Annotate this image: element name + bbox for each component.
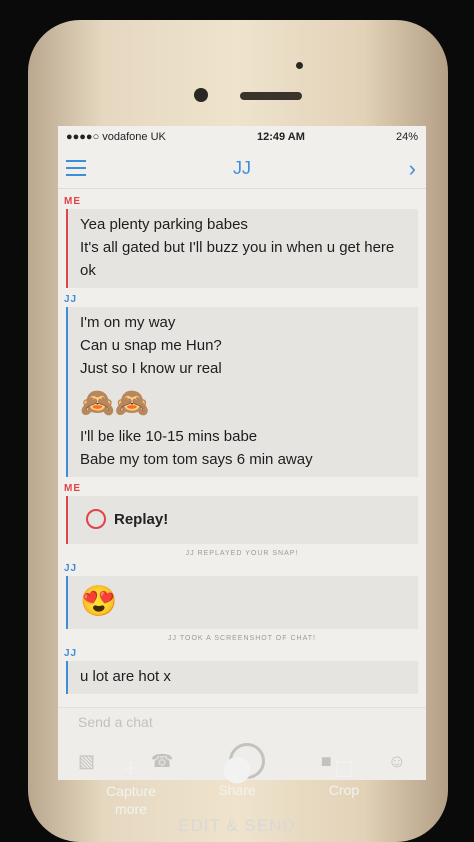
- message-line: Yea plenty parking babes: [80, 216, 248, 233]
- chat-header: JJ ›: [58, 148, 426, 189]
- chat-input[interactable]: Send a chat: [78, 714, 153, 730]
- share-icon: ⬤: [222, 753, 252, 783]
- message-line: Babe my tom tom says 6 min away: [80, 451, 313, 468]
- battery-label: 24%: [395, 131, 418, 143]
- sender-label: ME: [64, 483, 81, 494]
- clock: 12:49 AM: [256, 131, 305, 143]
- front-camera: [194, 88, 208, 102]
- message-line: It's all gated but I'll buzz you in when…: [80, 239, 395, 279]
- earpiece: [240, 92, 302, 100]
- phone-screen: ●●●●○ vodafone UK 12:49 AM 24% JJ › ME Y…: [58, 126, 426, 780]
- sender-label: JJ: [64, 563, 78, 574]
- snap-replay-block[interactable]: Replay!: [66, 496, 418, 544]
- sender-label: JJ: [64, 648, 78, 659]
- carrier-label: ●●●●○ vodafone UK: [66, 131, 166, 143]
- status-bar: ●●●●○ vodafone UK 12:49 AM 24%: [58, 126, 426, 148]
- plus-icon: +: [123, 753, 139, 783]
- crop-icon: □: [336, 753, 352, 783]
- message-line: Just so I know ur real: [80, 360, 222, 377]
- crop-label: Crop: [328, 782, 360, 798]
- share-label: Share: [218, 782, 256, 798]
- screenshot-action-bar: + Capture more ⬤ Share □ Crop EDIT & SEN…: [0, 748, 474, 842]
- capture-more-label: Capture more: [106, 783, 156, 817]
- heart-eyes-emoji: 😍: [80, 585, 118, 618]
- sender-label: JJ: [64, 294, 78, 305]
- message-line: Can u snap me Hun?: [80, 337, 222, 354]
- message-block[interactable]: Yea plenty parking babes It's all gated …: [66, 209, 418, 288]
- chat-thread: ME Yea plenty parking babes It's all gat…: [58, 190, 426, 694]
- replay-icon: [86, 509, 106, 529]
- crop-button[interactable]: □ Crop: [304, 754, 384, 798]
- chevron-right-icon[interactable]: ›: [409, 156, 416, 182]
- sensor-dot: [296, 62, 303, 69]
- message-line: I'm on my way: [80, 314, 176, 331]
- see-no-evil-emoji: 🙈🙈: [80, 387, 150, 418]
- chat-title: JJ: [233, 158, 251, 178]
- replay-label: Replay!: [114, 510, 169, 528]
- share-button[interactable]: ⬤ Share: [197, 754, 277, 798]
- message-block[interactable]: u lot are hot x: [66, 661, 418, 694]
- edit-send-button[interactable]: EDIT & SEND: [0, 816, 474, 836]
- system-notice: JJ TOOK A SCREENSHOT OF CHAT!: [168, 635, 316, 642]
- replay-button[interactable]: Replay!: [80, 500, 408, 538]
- message-block[interactable]: 😍: [66, 576, 418, 629]
- message-line: u lot are hot x: [80, 668, 171, 685]
- system-notice: JJ REPLAYED YOUR SNAP!: [185, 550, 299, 557]
- sender-label: ME: [64, 196, 81, 207]
- message-block[interactable]: I'm on my way Can u snap me Hun? Just so…: [66, 307, 418, 477]
- capture-more-button[interactable]: + Capture more: [91, 754, 171, 818]
- message-line: I'll be like 10-15 mins babe: [80, 428, 258, 445]
